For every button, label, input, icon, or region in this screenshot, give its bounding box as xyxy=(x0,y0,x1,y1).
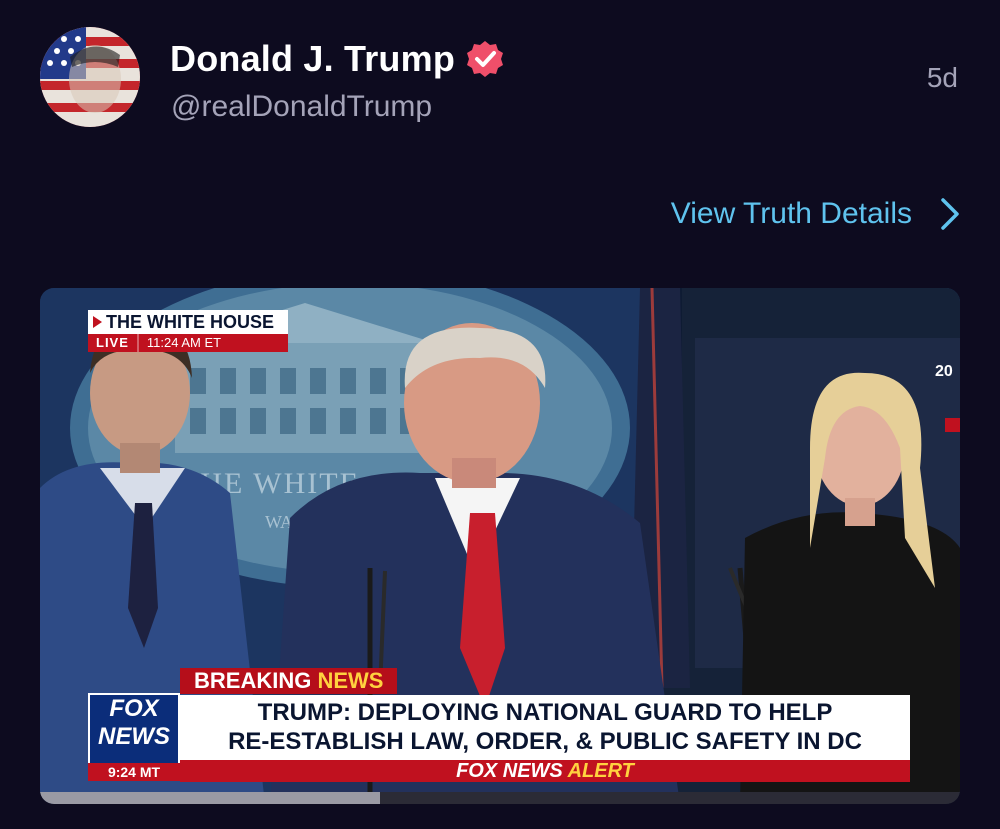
post-timestamp: 5d xyxy=(926,62,958,93)
network-time: 9:24 MT xyxy=(88,763,180,781)
post-header: Donald J. Trump @realDonaldTrump 5d xyxy=(0,0,1000,150)
video-progress-fill xyxy=(40,792,381,804)
breaking-label: BREAKING xyxy=(194,668,312,693)
display-name[interactable]: Donald J. Trump xyxy=(170,38,455,80)
headline-line2: RE-ESTABLISH LAW, ORDER, & PUBLIC SAFETY… xyxy=(228,728,862,755)
avatar[interactable] xyxy=(40,27,140,127)
lower-third: FOX NEWS 9:24 MT BREAKING NEWS TRUMP: DE… xyxy=(88,668,928,782)
name-row: Donald J. Trump xyxy=(170,38,505,80)
bug-time: 11:24 AM ET xyxy=(136,334,288,352)
bug-live-row: LIVE 11:24 AM ET xyxy=(88,334,288,352)
headline: TRUMP: DEPLOYING NATIONAL GUARD TO HELP … xyxy=(180,695,910,760)
chevron-right-icon xyxy=(938,196,962,232)
alert-word: ALERT xyxy=(567,760,634,782)
screen-number: 20 xyxy=(935,363,953,380)
network-logo-line1: FOX xyxy=(109,695,159,722)
post-media-video[interactable]: THE WHITE WAS 20 THE WHITE HOUSE LIVE 11… xyxy=(40,288,960,804)
channel-bug: THE WHITE HOUSE LIVE 11:24 AM ET xyxy=(88,310,288,354)
breaking-news-banner: BREAKING NEWS xyxy=(180,668,398,694)
avatar-image xyxy=(40,27,140,127)
alert-banner: FOX NEWS ALERT xyxy=(180,760,910,782)
network-logo: FOX NEWS xyxy=(88,693,180,765)
view-truth-details-label: View Truth Details xyxy=(670,197,912,230)
breaking-news-word: NEWS xyxy=(317,668,384,693)
view-truth-details-link[interactable]: View Truth Details xyxy=(671,196,962,232)
verified-badge-icon xyxy=(465,39,505,79)
live-label: LIVE xyxy=(88,334,137,352)
alert-brand: FOX NEWS xyxy=(456,760,563,782)
bug-title: THE WHITE HOUSE xyxy=(88,310,288,334)
network-logo-line2: NEWS xyxy=(98,723,170,750)
user-handle[interactable]: @realDonaldTrump xyxy=(171,90,432,124)
video-progress-bar[interactable] xyxy=(40,792,960,804)
headline-line1: TRUMP: DEPLOYING NATIONAL GUARD TO HELP xyxy=(257,699,833,726)
